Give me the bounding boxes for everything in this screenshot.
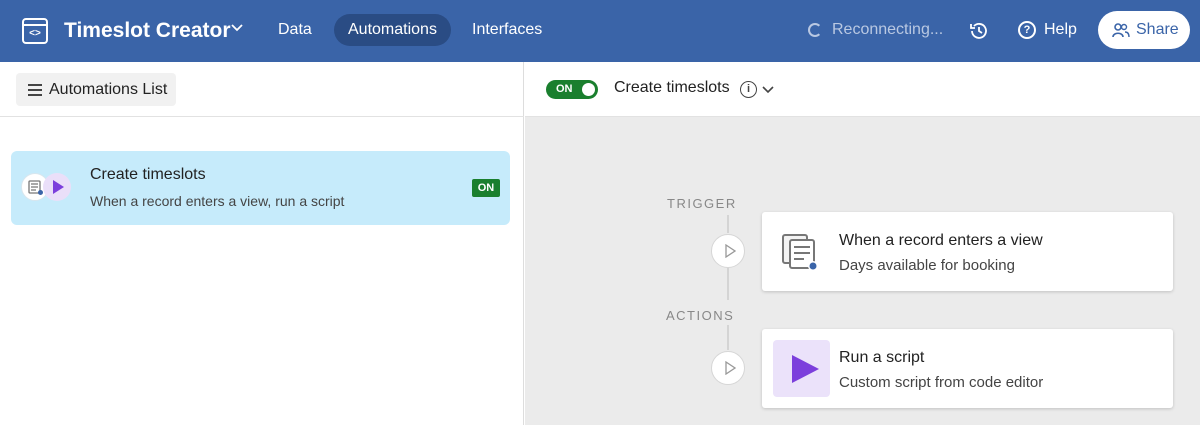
automations-list-button[interactable]: Automations List — [16, 73, 176, 106]
record-view-icon — [782, 234, 818, 271]
info-icon[interactable]: i — [740, 81, 757, 98]
nav-interfaces[interactable]: Interfaces — [458, 14, 556, 46]
test-trigger-button[interactable] — [711, 234, 745, 268]
automation-item-title: Create timeslots — [90, 166, 206, 183]
automation-editor: ON Create timeslots i TRIGGER ACTIONS Wh… — [525, 62, 1200, 425]
trigger-subtitle: Days available for booking — [839, 257, 1015, 274]
play-script-icon — [773, 340, 830, 397]
chevron-down-icon[interactable] — [230, 21, 244, 35]
automation-item-icons — [21, 173, 73, 201]
automation-toggle[interactable]: ON — [546, 80, 598, 99]
connection-status: Reconnecting... — [808, 14, 943, 46]
menu-icon — [28, 84, 42, 96]
automation-item-create-timeslots[interactable]: Create timeslots When a record enters a … — [11, 151, 510, 225]
nav-automations[interactable]: Automations — [334, 14, 451, 46]
action-card[interactable]: Run a script Custom script from code edi… — [762, 329, 1173, 408]
automation-name[interactable]: Create timeslots — [614, 79, 730, 97]
users-icon — [1112, 23, 1130, 38]
flow-connector — [727, 325, 729, 350]
toggle-knob — [582, 83, 595, 96]
trigger-section-label: TRIGGER — [667, 196, 737, 211]
action-subtitle: Custom script from code editor — [839, 374, 1044, 391]
app-title[interactable]: Timeslot Creator — [64, 17, 231, 45]
automation-item-subtitle: When a record enters a view, run a scrip… — [90, 193, 345, 209]
actions-section-label: ACTIONS — [666, 308, 735, 323]
chevron-down-icon[interactable] — [761, 83, 775, 97]
history-icon[interactable] — [968, 20, 990, 42]
action-title: Run a script — [839, 349, 925, 366]
flow-connector — [727, 268, 729, 300]
base-code-icon[interactable]: <> — [22, 18, 48, 44]
help-icon: ? — [1018, 21, 1036, 39]
help-button[interactable]: ? Help — [1018, 14, 1077, 46]
share-button[interactable]: Share — [1098, 11, 1190, 49]
test-action-button[interactable] — [711, 351, 745, 385]
flow-connector — [727, 215, 729, 233]
trigger-card[interactable]: When a record enters a view Days availab… — [762, 212, 1173, 291]
sidebar-header: Automations List — [0, 62, 524, 117]
nav-data[interactable]: Data — [264, 14, 326, 46]
top-bar: <> Timeslot Creator Data Automations Int… — [0, 0, 1200, 62]
spinner-icon — [808, 23, 822, 37]
automations-sidebar: Automations List Create timeslots When a… — [0, 62, 524, 425]
play-script-icon — [43, 173, 71, 201]
status-badge: ON — [472, 179, 500, 197]
trigger-title: When a record enters a view — [839, 232, 1043, 249]
editor-header: ON Create timeslots i — [525, 62, 1200, 117]
